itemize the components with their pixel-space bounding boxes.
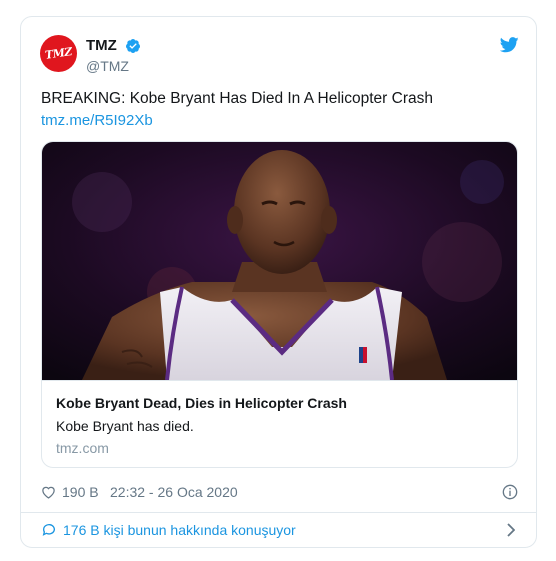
avatar[interactable]: TMZ (40, 35, 77, 72)
author-name[interactable]: TMZ (86, 37, 117, 54)
card-domain: tmz.com (56, 440, 109, 456)
link-preview-card[interactable]: Kobe Bryant Dead, Dies in Helicopter Cra… (41, 141, 518, 468)
avatar-logo-text: TMZ (44, 45, 73, 62)
tweet-embed: TMZ TMZ @TMZ BREAKING: Kobe Bryant Has D… (20, 16, 537, 548)
conversation-link[interactable]: 176 B kişi bunun hakkında konuşuyor (21, 513, 536, 547)
tweet-footer: 190 B 22:32 - 26 Oca 2020 (41, 483, 518, 503)
tweet-link[interactable]: tmz.me/R5I92Xb (41, 112, 153, 129)
heart-icon[interactable] (41, 485, 56, 499)
tweet-text: BREAKING: Kobe Bryant Has Died In A Heli… (41, 90, 433, 107)
timestamp[interactable]: 22:32 - 26 Oca 2020 (110, 484, 238, 500)
chevron-right-icon[interactable] (507, 523, 515, 537)
twitter-logo-icon[interactable] (500, 37, 519, 53)
card-body[interactable]: Kobe Bryant Dead, Dies in Helicopter Cra… (42, 380, 517, 467)
author-handle[interactable]: @TMZ (86, 58, 129, 74)
comment-icon (42, 524, 55, 536)
card-image[interactable] (42, 142, 517, 380)
like-count[interactable]: 190 B (62, 484, 99, 500)
card-description: Kobe Bryant has died. (56, 418, 194, 434)
card-title[interactable]: Kobe Bryant Dead, Dies in Helicopter Cra… (56, 395, 347, 411)
conversation-text[interactable]: 176 B kişi bunun hakkında konuşuyor (63, 522, 296, 538)
verified-badge-icon (126, 39, 141, 53)
info-icon[interactable] (502, 484, 518, 500)
